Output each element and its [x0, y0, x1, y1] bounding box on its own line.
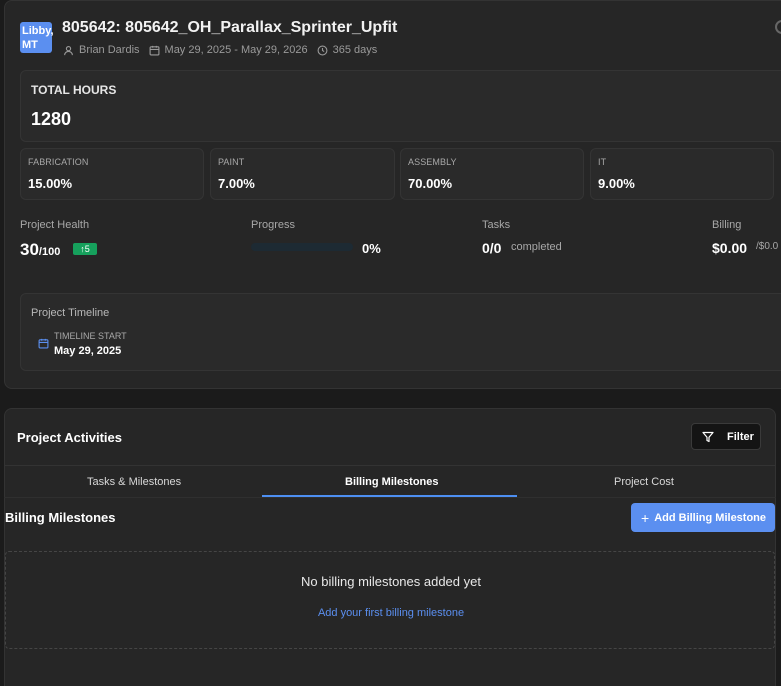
duration: 365 days [332, 44, 378, 56]
health-max: /100 [38, 246, 61, 258]
billing-value: $0.00 [712, 240, 748, 256]
tasks-label: Tasks [482, 219, 511, 231]
timeline-start-date: May 29, 2025 [54, 345, 122, 357]
project-logo: Libby, MT [20, 22, 54, 53]
health-value: 30/100 [20, 240, 60, 260]
clock-icon [317, 45, 328, 55]
dept-label: PAINT [218, 157, 245, 167]
owner-name: Brian Dardis [79, 44, 140, 56]
tab-billing-milestones[interactable]: Billing Milestones [345, 476, 439, 488]
total-hours-label: TOTAL HOURS [31, 83, 117, 97]
duration-info: 365 days [317, 44, 378, 56]
dept-label: FABRICATION [28, 157, 89, 167]
calendar-icon [149, 45, 159, 55]
dept-card-paint: PAINT 7.00% [210, 148, 395, 200]
date-range: May 29, 2025 - May 29, 2026 [164, 44, 308, 56]
dept-value: 9.00% [598, 176, 635, 191]
billing-suffix: /$0.0 [756, 241, 779, 252]
add-billing-milestone-button[interactable]: + Add Billing Milestone [631, 503, 775, 532]
billing-milestones-title: Billing Milestones [5, 510, 116, 525]
tab-project-cost[interactable]: Project Cost [614, 476, 674, 488]
dept-card-fabrication: FABRICATION 15.00% [20, 148, 204, 200]
dept-value: 70.00% [408, 176, 453, 191]
tab-tasks-milestones[interactable]: Tasks & Milestones [87, 476, 181, 488]
project-title: 805642: 805642_OH_Parallax_Sprinter_Upfi… [62, 19, 398, 36]
dept-label: ASSEMBLY [408, 157, 457, 167]
progress-bar [251, 243, 353, 251]
billing-milestones-empty-state: No billing milestones added yet Add your… [5, 551, 775, 649]
tasks-suffix: completed [511, 241, 562, 253]
dept-value: 15.00% [28, 176, 73, 191]
health-score: 30 [20, 240, 39, 259]
health-delta: 5 [84, 244, 90, 254]
activities-title: Project Activities [17, 430, 123, 445]
filter-icon [702, 431, 714, 442]
filter-button[interactable]: Filter [691, 423, 761, 450]
billing-label: Billing [712, 219, 742, 231]
dept-value: 7.00% [218, 176, 255, 191]
filter-label: Filter [727, 430, 754, 443]
calendar-icon [38, 338, 49, 349]
tabs-bottom-divider [4, 497, 776, 498]
tabs-divider [4, 465, 776, 466]
total-hours-card: TOTAL HOURS 1280 [20, 70, 781, 142]
empty-state-text: No billing milestones added yet [301, 574, 481, 589]
dept-card-assembly: ASSEMBLY 70.00% [400, 148, 584, 200]
date-info: May 29, 2025 - May 29, 2026 [149, 44, 308, 56]
project-meta: Brian Dardis May 29, 2025 - May 29, 2026… [63, 44, 386, 56]
tasks-value: 0/0 [482, 240, 502, 256]
health-delta-badge: ↑5 [73, 243, 97, 255]
user-icon [64, 45, 73, 55]
health-label: Project Health [20, 219, 90, 231]
timeline-start-label: TIMELINE START [54, 331, 127, 341]
owner-info: Brian Dardis [63, 44, 140, 56]
dept-card-it: IT 9.00% [590, 148, 774, 200]
plus-icon: + [641, 509, 650, 526]
total-hours-value: 1280 [31, 109, 72, 129]
add-first-milestone-link[interactable]: Add your first billing milestone [6, 607, 776, 619]
project-timeline-card: Project Timeline TIMELINE START May 29, … [20, 293, 781, 371]
timeline-title: Project Timeline [31, 307, 110, 319]
add-billing-milestone-label: Add Billing Milestone [654, 511, 767, 524]
progress-value: 0% [362, 241, 381, 256]
dept-label: IT [598, 157, 607, 167]
progress-label: Progress [251, 219, 296, 231]
